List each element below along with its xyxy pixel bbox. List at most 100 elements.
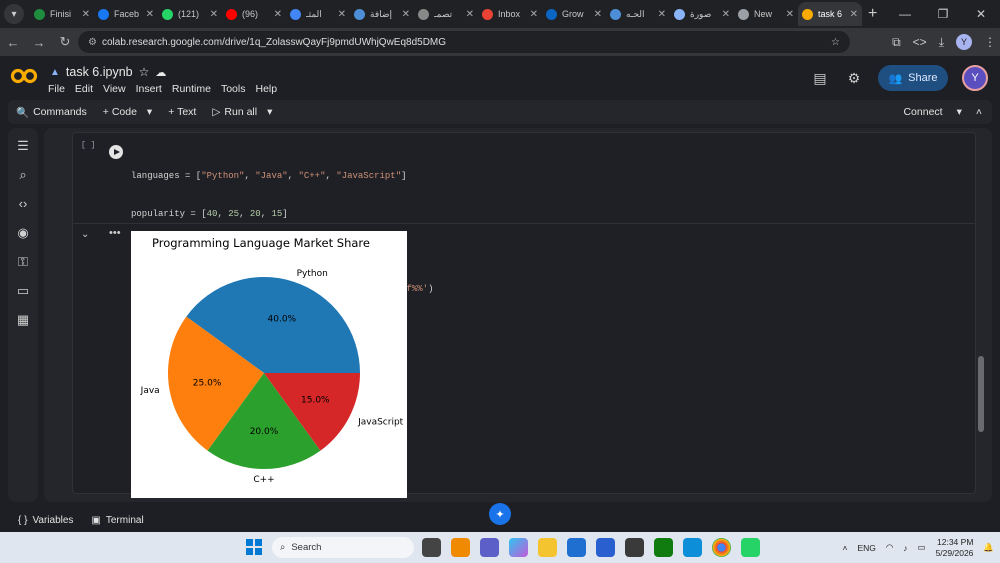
download-icon[interactable]: ⤓ bbox=[939, 35, 944, 50]
gemini-sparkle-button[interactable]: ✦ bbox=[489, 503, 511, 525]
run-all-button[interactable]: ▷ Run all ▾ bbox=[204, 106, 280, 118]
store-icon[interactable] bbox=[567, 538, 586, 557]
chevron-up-icon[interactable]: ˄ bbox=[842, 543, 847, 553]
output-menu-icon[interactable]: ••• bbox=[109, 227, 121, 239]
browser-tab[interactable]: Faceb ✕ bbox=[94, 2, 158, 26]
menu-item-runtime[interactable]: Runtime bbox=[172, 83, 211, 95]
chevron-up-icon[interactable]: ˄ bbox=[976, 106, 982, 118]
tab-close-icon[interactable]: ✕ bbox=[594, 9, 602, 20]
secrets-key-icon[interactable]: ⚿ bbox=[18, 254, 28, 272]
browser-tab[interactable]: Finisi ✕ bbox=[30, 2, 94, 26]
battery-icon[interactable]: ▭ bbox=[918, 542, 926, 553]
terminal-button[interactable]: ▣ Terminal bbox=[91, 515, 143, 526]
tab-search-button[interactable]: ▾ bbox=[4, 4, 24, 24]
variables-inspector-icon[interactable]: ◉ bbox=[17, 225, 28, 243]
task-view-icon[interactable] bbox=[422, 538, 441, 557]
language-indicator[interactable]: ENG bbox=[857, 543, 875, 553]
volume-icon[interactable]: ♪ bbox=[903, 543, 907, 553]
bookmark-star-icon[interactable]: ☆ bbox=[831, 37, 840, 48]
comments-icon[interactable]: ▤ bbox=[810, 70, 830, 87]
teams-icon[interactable] bbox=[480, 538, 499, 557]
windows-start-icon[interactable] bbox=[246, 539, 262, 555]
browser-tab[interactable]: New ✕ bbox=[734, 2, 798, 26]
browser-menu-icon[interactable]: ⋮ bbox=[984, 35, 996, 49]
close-window-button[interactable]: ✕ bbox=[962, 0, 1000, 28]
code-snippets-icon[interactable]: ‹› bbox=[19, 196, 28, 214]
new-tab-button[interactable]: + bbox=[868, 5, 877, 23]
browser-tab[interactable]: إضافة ✕ bbox=[350, 2, 414, 26]
colab-logo[interactable] bbox=[10, 68, 38, 84]
clock[interactable]: 12:34 PM 5/29/2026 bbox=[936, 537, 974, 559]
vlc-icon[interactable] bbox=[451, 538, 470, 557]
chrome-icon[interactable] bbox=[712, 538, 731, 557]
chevron-down-icon[interactable]: ▾ bbox=[267, 106, 272, 118]
extensions-icon[interactable]: ⧉ bbox=[892, 35, 901, 50]
tab-close-icon[interactable]: ✕ bbox=[466, 9, 474, 20]
add-text-button[interactable]: + Text bbox=[160, 106, 204, 118]
edge-icon[interactable] bbox=[683, 538, 702, 557]
taskbar-search[interactable]: ⌕ Search bbox=[272, 537, 414, 558]
tab-close-icon[interactable]: ✕ bbox=[530, 9, 538, 20]
chevron-down-icon[interactable]: ▾ bbox=[147, 106, 152, 118]
star-icon[interactable]: ☆ bbox=[139, 65, 150, 79]
url-field[interactable]: ⚙ colab.research.google.com/drive/1q_Zol… bbox=[78, 31, 850, 53]
file-explorer-icon[interactable] bbox=[538, 538, 557, 557]
tab-close-icon[interactable]: ✕ bbox=[786, 9, 794, 20]
menu-item-help[interactable]: Help bbox=[255, 83, 277, 95]
math-app-icon[interactable] bbox=[596, 538, 615, 557]
browser-tab[interactable]: (121) ✕ bbox=[158, 2, 222, 26]
connect-button[interactable]: Connect bbox=[903, 106, 942, 118]
share-button[interactable]: 👥 Share bbox=[878, 65, 948, 91]
find-icon[interactable]: ⌕ bbox=[19, 167, 26, 185]
settings-gear-icon[interactable]: ⚙ bbox=[844, 70, 864, 87]
table-of-contents-icon[interactable]: ☰ bbox=[17, 138, 29, 156]
forward-icon[interactable]: → bbox=[26, 35, 52, 50]
copilot-icon[interactable] bbox=[509, 538, 528, 557]
minimize-button[interactable]: — bbox=[886, 0, 924, 28]
browser-tab[interactable]: Inbox ✕ bbox=[478, 2, 542, 26]
browser-tab[interactable]: المثـ ✕ bbox=[286, 2, 350, 26]
menu-item-edit[interactable]: Edit bbox=[75, 83, 93, 95]
tab-close-icon[interactable]: ✕ bbox=[82, 9, 90, 20]
tab-close-icon[interactable]: ✕ bbox=[402, 9, 410, 20]
browser-profile-avatar[interactable]: Y bbox=[956, 34, 972, 50]
tab-close-icon[interactable]: ✕ bbox=[146, 9, 154, 20]
browser-tab[interactable]: (96) ✕ bbox=[222, 2, 286, 26]
browser-tab[interactable]: صورة ✕ bbox=[670, 2, 734, 26]
menu-item-tools[interactable]: Tools bbox=[221, 83, 246, 95]
vertical-scrollbar[interactable] bbox=[978, 356, 984, 432]
browser-tab[interactable]: Grow ✕ bbox=[542, 2, 606, 26]
restore-button[interactable]: ❐ bbox=[924, 0, 962, 28]
xbox-icon[interactable] bbox=[654, 538, 673, 557]
back-icon[interactable]: ← bbox=[0, 35, 26, 50]
account-avatar[interactable]: Y bbox=[962, 65, 988, 91]
browser-tab[interactable]: task 6 ✕ bbox=[798, 2, 862, 26]
reload-icon[interactable]: ↻ bbox=[52, 34, 78, 50]
tab-close-icon[interactable]: ✕ bbox=[658, 9, 666, 20]
collapse-output-icon[interactable]: ⌄ bbox=[81, 229, 89, 240]
add-code-button[interactable]: + Code ▾ bbox=[95, 106, 160, 118]
whatsapp-icon[interactable] bbox=[741, 538, 760, 557]
tab-close-icon[interactable]: ✕ bbox=[722, 9, 730, 20]
devtools-icon[interactable]: <> bbox=[913, 35, 927, 49]
menu-item-view[interactable]: View bbox=[103, 83, 126, 95]
commands-button[interactable]: 🔍 Commands bbox=[8, 106, 95, 119]
wifi-icon[interactable]: ◠ bbox=[886, 542, 893, 553]
tab-close-icon[interactable]: ✕ bbox=[274, 9, 282, 20]
tab-close-icon[interactable]: ✕ bbox=[850, 9, 858, 20]
code-cell[interactable]: [ ] languages = ["Python", "Java", "C++"… bbox=[72, 132, 976, 498]
browser-tab[interactable]: تصمـ ✕ bbox=[414, 2, 478, 26]
data-table-icon[interactable]: ▦ bbox=[17, 312, 29, 330]
browser-tab[interactable]: الحـه ✕ bbox=[606, 2, 670, 26]
menu-item-insert[interactable]: Insert bbox=[136, 83, 162, 95]
variables-button[interactable]: { } Variables bbox=[18, 515, 73, 526]
tab-close-icon[interactable]: ✕ bbox=[210, 9, 218, 20]
cube-app-icon[interactable] bbox=[625, 538, 644, 557]
tab-close-icon[interactable]: ✕ bbox=[338, 9, 346, 20]
chevron-down-icon[interactable]: ▾ bbox=[957, 106, 962, 118]
menu-item-file[interactable]: File bbox=[48, 83, 65, 95]
run-cell-button[interactable] bbox=[109, 145, 123, 159]
notification-icon[interactable]: 🔔 bbox=[983, 542, 994, 553]
files-folder-icon[interactable]: ▭ bbox=[17, 283, 29, 301]
notebook-name[interactable]: task 6.ipynb bbox=[66, 65, 133, 79]
